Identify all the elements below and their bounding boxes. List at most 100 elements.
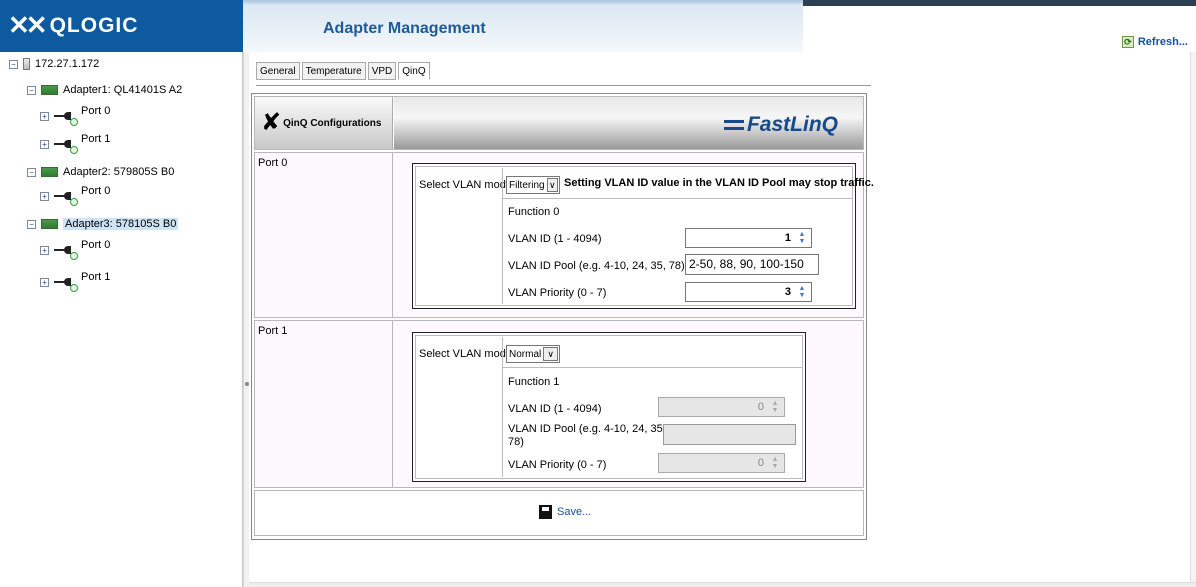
tab-vpd[interactable]: VPD — [367, 62, 397, 80]
vlan-priority-value: 0 — [757, 457, 764, 469]
qlogic-logo: ✕✕ QLOGIC — [8, 10, 138, 41]
vlan-mode-value: Filtering — [509, 179, 545, 191]
spin-arrows-icon[interactable]: ▲ ▼ — [768, 400, 782, 415]
refresh-label: Refresh... — [1137, 36, 1188, 48]
tools-icon: ✘ — [261, 109, 282, 136]
panel-header: ✘ QinQ Configurations FastLinQ — [254, 96, 864, 150]
tree-node-server[interactable]: − 172.27.1.172 — [9, 58, 99, 70]
tree-node-adapter1[interactable]: − Adapter1: QL41401S A2 — [27, 84, 182, 96]
splitter-grip-icon[interactable] — [245, 382, 249, 386]
refresh-button[interactable]: ⟳ Refresh... — [1121, 36, 1188, 48]
section-title: QinQ Configurations — [283, 117, 382, 129]
vlan-mode-value: Normal — [509, 348, 542, 360]
vlan-mode-select[interactable]: Normal ∨ — [506, 345, 560, 363]
port-label: Port 1 — [81, 271, 111, 283]
tree-node-port[interactable]: + Port 0 — [40, 239, 110, 260]
logo-bar: ✕✕ QLOGIC — [0, 0, 243, 52]
port-label: Port 0 — [258, 157, 288, 169]
tab-temperature[interactable]: Temperature — [301, 62, 366, 80]
header: Adapter Management ⟳ Refresh... — [243, 0, 1196, 52]
fastlinq-mark-icon — [723, 120, 744, 131]
page-title: Adapter Management — [323, 20, 486, 37]
refresh-icon: ⟳ — [1121, 36, 1134, 48]
port-label: Port 0 — [81, 239, 111, 251]
floppy-disk-icon — [539, 505, 552, 519]
vlan-priority-value: 3 — [784, 286, 791, 298]
port-connector-icon — [54, 138, 78, 154]
vlan-id-label: VLAN ID (1 - 4094) — [508, 403, 602, 415]
vlan-priority-label: VLAN Priority (0 - 7) — [508, 459, 607, 471]
vlan-id-stepper[interactable]: 0 ▲ ▼ — [658, 397, 785, 417]
port0-row: Port 0 Select VLAN mode: Filtering ∨ Set… — [254, 152, 874, 318]
tree-node-port[interactable]: + Port 1 — [40, 271, 110, 292]
pane-splitter[interactable] — [243, 52, 249, 587]
vlan-pool-label-line2: 78) — [508, 436, 524, 448]
vlan-mode-select[interactable]: Filtering ∨ — [506, 176, 560, 194]
vlan-priority-stepper[interactable]: 0 ▲ ▼ — [658, 453, 785, 473]
port-connector-icon — [54, 190, 78, 206]
vlan-warning: Setting VLAN ID value in the VLAN ID Poo… — [564, 177, 874, 189]
port-label: Port 0 — [81, 105, 111, 117]
tab-general[interactable]: General — [256, 62, 300, 80]
port-label: Port 1 — [81, 133, 111, 145]
tree-node-adapter2[interactable]: − Adapter2: 579805S B0 — [27, 166, 174, 178]
tree-node-port[interactable]: + Port 0 — [40, 185, 110, 206]
vlan-priority-stepper[interactable]: 3 ▲ ▼ — [685, 282, 812, 302]
port-connector-icon — [54, 110, 78, 126]
expand-icon[interactable]: + — [40, 191, 49, 201]
vlan-pool-label-line1: VLAN ID Pool (e.g. 4-10, 24, 35, — [508, 423, 666, 435]
brand-name: QLOGIC — [49, 13, 139, 37]
save-row: Save... — [254, 490, 864, 536]
tab-qinq[interactable]: QinQ — [398, 62, 430, 80]
mode-label: Select VLAN mode: — [419, 179, 515, 191]
function-label: Function 1 — [508, 376, 560, 388]
chevron-down-icon[interactable]: ∨ — [543, 347, 558, 361]
port-connector-icon — [54, 276, 78, 292]
tree-node-port[interactable]: + Port 0 — [40, 105, 110, 126]
function-label: Function 0 — [508, 206, 560, 218]
collapse-icon[interactable]: − — [27, 219, 36, 229]
collapse-icon[interactable]: − — [27, 85, 36, 95]
adapter-card-icon — [41, 167, 58, 177]
vlan-pool-input[interactable] — [663, 424, 796, 445]
adapter-label: Adapter1: QL41401S A2 — [63, 84, 183, 96]
port-label: Port 1 — [258, 325, 288, 337]
adapter-label: Adapter2: 579805S B0 — [63, 166, 175, 178]
vlan-pool-input[interactable]: 2-50, 88, 90, 100-150 — [685, 254, 819, 275]
device-tree: − 172.27.1.172 − Adapter1: QL41401S A2 +… — [0, 52, 243, 587]
port1-row: Port 1 Select VLAN mode: Normal ∨ Functi… — [254, 320, 864, 488]
vlan-id-stepper[interactable]: 1 ▲ ▼ — [685, 228, 812, 248]
spin-arrows-icon[interactable]: ▲ ▼ — [795, 231, 809, 246]
vlan-pool-label: VLAN ID Pool (e.g. 4-10, 24, 35, 78) — [508, 260, 685, 272]
tree-node-adapter3[interactable]: − Adapter3: 578105S B0 — [27, 218, 179, 230]
tree-node-port[interactable]: + Port 1 — [40, 133, 110, 154]
vlan-id-label: VLAN ID (1 - 4094) — [508, 233, 602, 245]
spin-arrows-icon[interactable]: ▲ ▼ — [795, 285, 809, 300]
expand-icon[interactable]: + — [40, 111, 49, 121]
port-label: Port 0 — [81, 185, 111, 197]
collapse-icon[interactable]: − — [27, 167, 36, 177]
adapter-card-icon — [41, 85, 58, 95]
fastlinq-logo: FastLinQ — [723, 113, 838, 137]
qinq-panel: ✘ QinQ Configurations FastLinQ Port 0 Se… — [251, 93, 874, 540]
tab-bar: General Temperature VPD QinQ — [256, 62, 432, 80]
save-button[interactable]: Save... — [539, 505, 591, 519]
expand-icon[interactable]: + — [40, 277, 49, 287]
vlan-id-value: 0 — [757, 401, 764, 413]
mode-label: Select VLAN mode: — [419, 348, 515, 360]
save-label: Save... — [557, 506, 592, 518]
expand-icon[interactable]: + — [40, 139, 49, 149]
vlan-priority-label: VLAN Priority (0 - 7) — [508, 287, 607, 299]
server-label: 172.27.1.172 — [35, 58, 100, 70]
server-icon — [23, 58, 30, 70]
spin-arrows-icon[interactable]: ▲ ▼ — [768, 456, 782, 471]
port1-config-box: Select VLAN mode: Normal ∨ Function 1 VL… — [412, 332, 806, 482]
qlogic-mark-icon: ✕✕ — [8, 10, 48, 40]
adapter-label: Adapter3: 578105S B0 — [63, 218, 179, 230]
expand-icon[interactable]: + — [40, 245, 49, 255]
vlan-id-value: 1 — [784, 232, 791, 244]
collapse-icon[interactable]: − — [9, 59, 18, 69]
port-connector-icon — [54, 244, 78, 260]
chevron-down-icon[interactable]: ∨ — [546, 178, 558, 192]
vertical-scrollbar[interactable] — [1190, 52, 1196, 587]
